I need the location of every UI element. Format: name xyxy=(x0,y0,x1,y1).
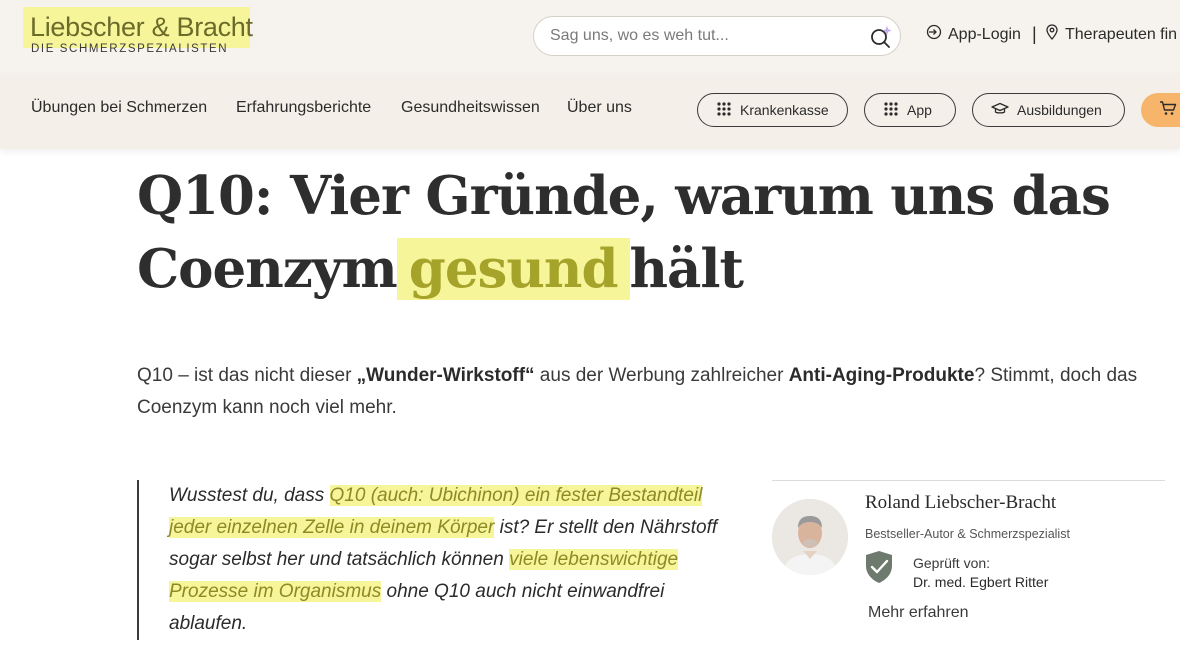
therapist-finder-link[interactable]: Therapeuten fin xyxy=(1045,24,1177,45)
page-title: Q10: Vier Gründe, warum uns das Coenzym g… xyxy=(137,160,1137,306)
intro-text: Q10 – ist das nicht dieser xyxy=(137,365,357,386)
therapist-finder-label: Therapeuten fin xyxy=(1065,25,1178,43)
login-icon xyxy=(926,24,942,45)
ausbildungen-label: Ausbildungen xyxy=(1017,102,1102,118)
main-nav: Übungen bei Schmerzen Erfahrungsberichte… xyxy=(0,73,1180,149)
checked-label: Geprüft von: xyxy=(913,555,991,571)
title-highlight: gesund xyxy=(396,238,630,300)
nav-link-erfahrungsberichte[interactable]: Erfahrungsberichte xyxy=(236,99,371,117)
nav-link-ueber-uns[interactable]: Über uns xyxy=(567,99,632,117)
search-icon[interactable] xyxy=(869,25,893,49)
nav-link-uebungen[interactable]: Übungen bei Schmerzen xyxy=(31,99,207,117)
author-name[interactable]: Roland Liebscher-Bracht xyxy=(865,492,1056,514)
grid-icon xyxy=(716,101,732,120)
logo-title: Liebscher & Bracht xyxy=(30,12,253,42)
nav-link-gesundheitswissen[interactable]: Gesundheitswissen xyxy=(401,99,540,117)
title-text-end: hält xyxy=(629,238,744,300)
checked-by-name: Dr. med. Egbert Ritter xyxy=(913,574,1049,590)
author-role: Bestseller-Autor & Schmerzspezialist xyxy=(865,527,1070,541)
intro-bold: „Wunder-Wirkstoff“ xyxy=(356,365,535,386)
ausbildungen-button[interactable]: Ausbildungen xyxy=(972,93,1125,127)
location-pin-icon xyxy=(1045,24,1059,45)
graduation-cap-icon xyxy=(991,102,1009,119)
intro-bold: Anti-Aging-Produkte xyxy=(788,365,975,386)
top-bar: Liebscher & Bracht DIE SCHMERZSPEZIALIST… xyxy=(0,0,1180,73)
app-button[interactable]: App xyxy=(864,93,956,127)
author-divider xyxy=(772,480,1165,481)
header-separator: | xyxy=(1032,24,1037,44)
logo[interactable]: Liebscher & Bracht xyxy=(23,7,253,48)
krankenkasse-button[interactable]: Krankenkasse xyxy=(697,93,848,127)
quote-text: Wusstest du, dass xyxy=(169,485,330,506)
avatar xyxy=(772,499,848,575)
app-label: App xyxy=(907,102,932,118)
search-box[interactable] xyxy=(533,16,901,56)
app-login-label: App-Login xyxy=(948,25,1021,43)
article-intro: Q10 – ist das nicht dieser „Wunder-Wirks… xyxy=(137,360,1177,424)
intro-text: aus der Werbung zahlreicher xyxy=(534,365,789,386)
search-input[interactable] xyxy=(550,17,860,55)
shop-cart-button[interactable] xyxy=(1141,93,1180,127)
app-login-link[interactable]: App-Login xyxy=(926,24,1021,45)
cart-icon xyxy=(1159,100,1177,121)
logo-subtitle: DIE SCHMERZSPEZIALISTEN xyxy=(31,43,229,55)
grid-icon xyxy=(883,101,899,120)
article-quote: Wusstest du, dass Q10 (auch: Ubichinon) … xyxy=(137,480,727,640)
shield-check-icon xyxy=(864,550,894,584)
more-info-link[interactable]: Mehr erfahren xyxy=(868,604,969,622)
krankenkasse-label: Krankenkasse xyxy=(740,102,829,118)
